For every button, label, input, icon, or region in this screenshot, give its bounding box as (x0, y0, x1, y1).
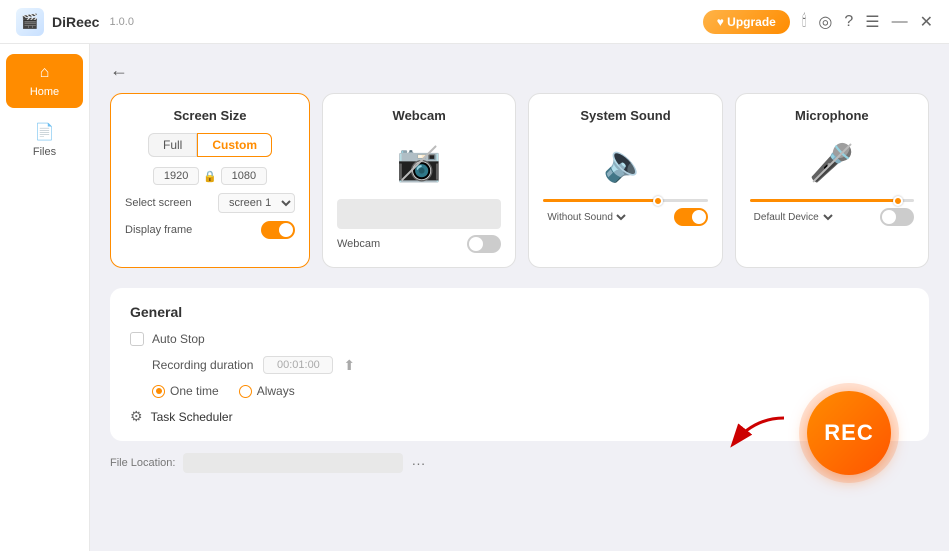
arrow-area (724, 408, 794, 463)
sidebar-home-label: Home (30, 86, 59, 98)
upgrade-button[interactable]: ♥ Upgrade (703, 10, 790, 34)
mic-muted-icon: 🎤 (809, 142, 854, 184)
spinner-up-icon[interactable]: ⬆ (343, 357, 355, 374)
duration-input[interactable] (263, 356, 333, 374)
rec-label: REC (824, 420, 873, 446)
display-frame-label: Display frame (125, 224, 192, 236)
auto-stop-label: Auto Stop (152, 332, 205, 346)
app-name: DiReec (52, 14, 99, 30)
one-time-radio-item[interactable]: One time (152, 384, 219, 398)
mic-icon-area: 🎤 (750, 133, 914, 193)
toggle-thumb (692, 210, 706, 224)
system-sound-bottom-row: Without Sound (543, 208, 707, 226)
titlebar: 🎬 DiReec 1.0.0 ♥ Upgrade 🕯 ◎ ? ☰ — ✕ (0, 0, 949, 44)
sound-icon: 🔈 (603, 142, 648, 184)
mic-device-select[interactable]: Default Device (750, 211, 836, 224)
always-radio-item[interactable]: Always (239, 384, 295, 398)
mic-toggle[interactable] (880, 208, 914, 226)
select-screen-label: Select screen (125, 197, 192, 209)
home-icon: ⌂ (40, 64, 50, 82)
webcam-toggle[interactable] (467, 235, 501, 253)
select-screen-row: Select screen screen 1 (125, 193, 295, 213)
webcam-title: Webcam (337, 108, 501, 123)
toggle-thumb (882, 210, 896, 224)
general-title: General (130, 304, 909, 320)
back-button[interactable]: ← (110, 60, 128, 81)
microphone-title: Microphone (750, 108, 914, 123)
content-wrapper: ← Screen Size Full Custom 🔒 (110, 60, 929, 473)
microphone-card: Microphone 🎤 Default Device (735, 93, 929, 268)
app-version: 1.0.0 (109, 16, 133, 28)
app-logo-emoji: 🎬 (21, 13, 38, 30)
toggle-thumb (279, 223, 293, 237)
full-screen-button[interactable]: Full (148, 133, 197, 157)
menu-icon[interactable]: ☰ (865, 12, 879, 32)
screen-size-title: Screen Size (125, 108, 295, 123)
main-content: ← Screen Size Full Custom 🔒 (90, 44, 949, 551)
close-icon[interactable]: ✕ (920, 12, 933, 32)
toggle-thumb (469, 237, 483, 251)
one-time-radio[interactable] (152, 385, 165, 398)
dimension-row: 🔒 (125, 167, 295, 185)
task-scheduler-label: Task Scheduler (151, 410, 233, 424)
slider-thumb (653, 196, 663, 206)
file-location-more-icon[interactable]: ··· (411, 455, 425, 471)
webcam-bottom-row: Webcam (337, 235, 501, 253)
sidebar-item-files[interactable]: 📄 Files (6, 112, 83, 168)
titlebar-right: ♥ Upgrade 🕯 ◎ ? ☰ — ✕ (703, 10, 933, 34)
cards-row: Screen Size Full Custom 🔒 Select screen … (110, 93, 929, 268)
sidebar-files-label: Files (33, 146, 56, 158)
main-layout: ⌂ Home 📄 Files ← Screen Size Full Custom (0, 44, 949, 551)
gear-icon: ⚙ (130, 408, 143, 425)
rec-button[interactable]: REC (807, 391, 891, 475)
help-icon[interactable]: ? (844, 13, 853, 31)
webcam-label: Webcam (337, 238, 380, 250)
without-sound-select[interactable]: Without Sound (543, 211, 629, 224)
always-radio[interactable] (239, 385, 252, 398)
file-location-path (183, 453, 403, 473)
slider-thumb (893, 196, 903, 206)
system-sound-title: System Sound (543, 108, 707, 123)
mic-bottom-row: Default Device (750, 208, 914, 226)
display-frame-row: Display frame (125, 221, 295, 239)
titlebar-left: 🎬 DiReec 1.0.0 (16, 8, 134, 36)
system-sound-toggle[interactable] (674, 208, 708, 226)
minimize-icon[interactable]: — (892, 13, 908, 31)
auto-stop-checkbox[interactable] (130, 332, 144, 346)
sidebar-item-home[interactable]: ⌂ Home (6, 54, 83, 108)
mic-slider[interactable] (750, 199, 914, 202)
width-input[interactable] (153, 167, 199, 185)
screen-select[interactable]: screen 1 (218, 193, 295, 213)
files-icon: 📄 (35, 122, 55, 142)
height-input[interactable] (221, 167, 267, 185)
candle-icon[interactable]: 🕯 (802, 13, 807, 31)
custom-screen-button[interactable]: Custom (197, 133, 272, 157)
screen-size-card: Screen Size Full Custom 🔒 Select screen … (110, 93, 310, 268)
app-logo: 🎬 (16, 8, 44, 36)
settings-circle-icon[interactable]: ◎ (818, 12, 832, 32)
webcam-off-icon: 📷 (397, 142, 442, 184)
system-sound-slider-row (543, 199, 707, 202)
lock-icon: 🔒 (203, 170, 217, 183)
system-sound-card: System Sound 🔈 Without Sound (528, 93, 722, 268)
one-time-label: One time (170, 384, 219, 398)
screen-size-btn-group: Full Custom (125, 133, 295, 157)
always-label: Always (257, 384, 295, 398)
rec-area: REC (799, 383, 899, 483)
webcam-card: Webcam 📷 Webcam (322, 93, 516, 268)
sound-icon-area: 🔈 (543, 133, 707, 193)
mic-slider-row (750, 199, 914, 202)
sidebar: ⌂ Home 📄 Files (0, 44, 90, 551)
recording-duration-label: Recording duration (152, 358, 253, 372)
rec-ring: REC (799, 383, 899, 483)
display-frame-toggle[interactable] (261, 221, 295, 239)
system-sound-slider[interactable] (543, 199, 707, 202)
file-location-label: File Location: (110, 457, 175, 469)
webcam-icon-area: 📷 (337, 133, 501, 193)
repeat-row: One time Always (152, 384, 909, 398)
recording-duration-row: Recording duration ⬆ (152, 356, 909, 374)
arrow-icon (724, 408, 794, 458)
auto-stop-row: Auto Stop (130, 332, 909, 346)
